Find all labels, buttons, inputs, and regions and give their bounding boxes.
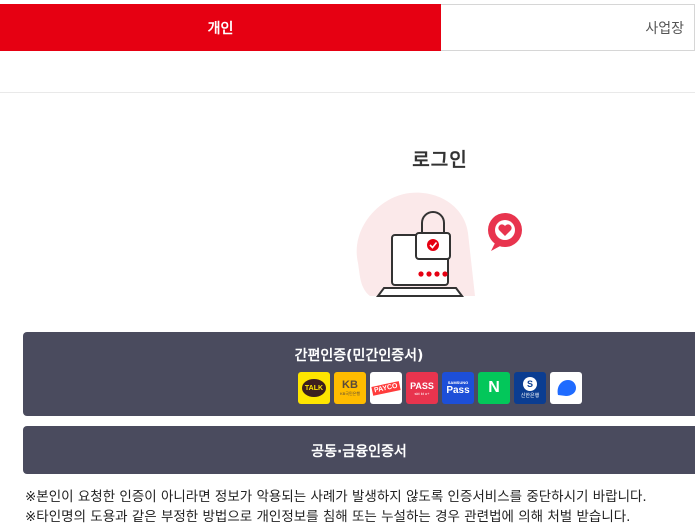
kakao-label: TALK bbox=[302, 379, 326, 397]
kakao-talk-icon[interactable]: TALK bbox=[298, 372, 330, 404]
toss-icon[interactable] bbox=[550, 372, 582, 404]
simple-auth-button[interactable]: 간편인증(민간인증서) TALK KB KB국민은행 PAYCO PASS sk… bbox=[23, 332, 695, 416]
simple-auth-title: 간편인증(민간인증서) bbox=[294, 348, 424, 364]
kb-label: KB bbox=[342, 379, 358, 391]
kb-sublabel: KB국민은행 bbox=[339, 391, 361, 396]
user-type-tabs: 개인 사업장 bbox=[0, 4, 695, 51]
toss-glyph bbox=[557, 380, 576, 396]
divider bbox=[0, 92, 695, 93]
heart-bubble-icon bbox=[488, 213, 522, 251]
naver-icon[interactable]: N bbox=[478, 372, 510, 404]
pass-sublabel: skt kt u+ bbox=[414, 390, 430, 396]
public-cert-button[interactable]: 공동·금융인증서 bbox=[23, 426, 695, 474]
pass-icon[interactable]: PASS skt kt u+ bbox=[406, 372, 438, 404]
shinhan-icon[interactable]: S 신한은행 bbox=[514, 372, 546, 404]
kb-icon[interactable]: KB KB국민은행 bbox=[334, 372, 366, 404]
shinhan-sublabel: 신한은행 bbox=[520, 393, 540, 399]
notice-text: ※본인이 요청한 인증이 아니라면 정보가 악용되는 사례가 발생하지 않도록 … bbox=[25, 489, 647, 505]
public-cert-title: 공동·금융인증서 bbox=[311, 444, 407, 460]
pass-label: PASS bbox=[410, 380, 434, 391]
payco-icon[interactable]: PAYCO bbox=[370, 372, 402, 404]
naver-label: N bbox=[488, 379, 500, 396]
tab-business[interactable]: 사업장 bbox=[441, 4, 695, 51]
shinhan-label: S bbox=[523, 377, 537, 391]
login-lock-illustration bbox=[356, 192, 522, 297]
page-title: 로그인 bbox=[412, 149, 468, 171]
samsung-label: Pass bbox=[446, 385, 470, 396]
tab-personal[interactable]: 개인 bbox=[0, 4, 441, 51]
samsung-pass-icon[interactable]: SAMSUNG Pass bbox=[442, 372, 474, 404]
notice-text: ※타인명의 도용과 같은 부정한 방법으로 개인정보를 침해 또는 누설하는 경… bbox=[25, 509, 631, 525]
payco-label: PAYCO bbox=[371, 380, 401, 396]
provider-icons: TALK KB KB국민은행 PAYCO PASS skt kt u+ SAMS… bbox=[298, 372, 582, 404]
